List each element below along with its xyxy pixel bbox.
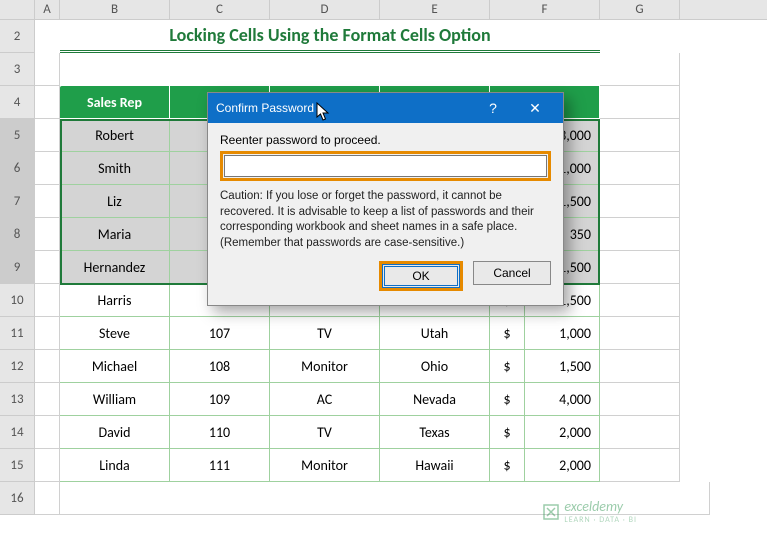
dialog-close-button[interactable]: ✕ xyxy=(515,93,555,123)
cell-c[interactable]: 111 xyxy=(170,449,270,482)
column-headers: A B C D E F G xyxy=(0,0,767,20)
cell-d[interactable]: Monitor xyxy=(270,449,380,482)
cell[interactable] xyxy=(35,20,60,53)
cancel-button[interactable]: Cancel xyxy=(473,261,551,285)
row-header[interactable]: 15 xyxy=(0,449,35,482)
row-header[interactable]: 3 xyxy=(0,53,35,86)
cell-e[interactable]: Hawaii xyxy=(380,449,490,482)
col-header-E[interactable]: E xyxy=(380,0,490,19)
spacer-row: 3 xyxy=(0,53,767,86)
cell-rep[interactable]: Robert xyxy=(60,119,170,152)
cell[interactable] xyxy=(600,20,680,53)
password-input-highlight xyxy=(220,151,551,181)
select-all-corner[interactable] xyxy=(0,0,35,19)
dialog-title-text: Confirm Password xyxy=(216,101,314,115)
watermark-brand: exceldemy xyxy=(564,498,623,515)
row-header[interactable]: 14 xyxy=(0,416,35,449)
cell-d[interactable]: AC xyxy=(270,383,380,416)
cell-currency[interactable]: $ xyxy=(490,383,525,416)
row-header[interactable]: 11 xyxy=(0,317,35,350)
cell-rep[interactable]: Linda xyxy=(60,449,170,482)
row-header[interactable]: 12 xyxy=(0,350,35,383)
cell-e[interactable]: Ohio xyxy=(380,350,490,383)
cell-sales[interactable]: 1,000 xyxy=(525,317,600,350)
cell-d[interactable]: TV xyxy=(270,317,380,350)
col-header-F[interactable]: F xyxy=(490,0,600,19)
col-header-G[interactable]: G xyxy=(600,0,680,19)
watermark-icon xyxy=(542,503,560,521)
dialog-help-button[interactable]: ? xyxy=(473,93,513,123)
watermark: exceldemy LEARN · DATA · BI xyxy=(542,498,637,525)
cell-c[interactable]: 109 xyxy=(170,383,270,416)
row-header[interactable]: 8 xyxy=(0,218,35,251)
cell-currency[interactable]: $ xyxy=(490,449,525,482)
cell-rep[interactable]: Hernandez xyxy=(60,251,170,284)
col-header-A[interactable]: A xyxy=(35,0,60,19)
dialog-titlebar[interactable]: Confirm Password ? ✕ xyxy=(208,93,563,123)
col-header-B[interactable]: B xyxy=(60,0,170,19)
row-header[interactable]: 13 xyxy=(0,383,35,416)
password-input[interactable] xyxy=(224,155,547,177)
title-row: 2 Locking Cells Using the Format Cells O… xyxy=(0,20,767,53)
cell-e[interactable]: Utah xyxy=(380,317,490,350)
cell-rep[interactable]: Maria xyxy=(60,218,170,251)
row-header[interactable]: 10 xyxy=(0,284,35,317)
row-header[interactable]: 5 xyxy=(0,119,35,152)
cell-currency[interactable]: $ xyxy=(490,416,525,449)
ok-button[interactable]: OK xyxy=(382,264,460,288)
cell-d[interactable]: TV xyxy=(270,416,380,449)
cell-c[interactable]: 110 xyxy=(170,416,270,449)
header-sales-rep[interactable]: Sales Rep xyxy=(60,86,170,119)
cell-rep[interactable]: Harris xyxy=(60,284,170,317)
cell-rep[interactable]: Smith xyxy=(60,152,170,185)
row-header[interactable]: 16 xyxy=(0,482,35,515)
cell-c[interactable]: 108 xyxy=(170,350,270,383)
cell-e[interactable]: Nevada xyxy=(380,383,490,416)
caution-text: Caution: If you lose or forget the passw… xyxy=(220,189,551,251)
cell-currency[interactable]: $ xyxy=(490,350,525,383)
row-header[interactable]: 4 xyxy=(0,86,35,119)
empty-row: 16 xyxy=(0,482,767,515)
confirm-password-dialog: Confirm Password ? ✕ Reenter password to… xyxy=(207,92,564,306)
row-header[interactable]: 9 xyxy=(0,251,35,284)
table-row: 11 Steve 107 TV Utah $ 1,000 xyxy=(0,317,767,350)
col-header-C[interactable]: C xyxy=(170,0,270,19)
cell-sales[interactable]: 2,000 xyxy=(525,449,600,482)
cell-currency[interactable]: $ xyxy=(490,317,525,350)
cell-d[interactable]: Monitor xyxy=(270,350,380,383)
row-header[interactable]: 6 xyxy=(0,152,35,185)
watermark-tag: LEARN · DATA · BI xyxy=(564,515,637,525)
cell-sales[interactable]: 2,000 xyxy=(525,416,600,449)
cell-e[interactable]: Texas xyxy=(380,416,490,449)
cell-sales[interactable]: 1,500 xyxy=(525,350,600,383)
cell-sales[interactable]: 4,000 xyxy=(525,383,600,416)
col-header-D[interactable]: D xyxy=(270,0,380,19)
reenter-password-label: Reenter password to proceed. xyxy=(220,133,551,147)
cell-rep[interactable]: Steve xyxy=(60,317,170,350)
cell-c[interactable]: 107 xyxy=(170,317,270,350)
table-row: 14 David 110 TV Texas $ 2,000 xyxy=(0,416,767,449)
cell-rep[interactable]: Liz xyxy=(60,185,170,218)
table-row: 12 Michael 108 Monitor Ohio $ 1,500 xyxy=(0,350,767,383)
ok-button-highlight: OK xyxy=(379,261,463,291)
row-header[interactable]: 2 xyxy=(0,20,35,53)
table-row: 13 William 109 AC Nevada $ 4,000 xyxy=(0,383,767,416)
page-title[interactable]: Locking Cells Using the Format Cells Opt… xyxy=(60,20,600,53)
row-header[interactable]: 7 xyxy=(0,185,35,218)
table-row: 15 Linda 111 Monitor Hawaii $ 2,000 xyxy=(0,449,767,482)
cell-rep[interactable]: Michael xyxy=(60,350,170,383)
cell-rep[interactable]: David xyxy=(60,416,170,449)
cell-rep[interactable]: William xyxy=(60,383,170,416)
